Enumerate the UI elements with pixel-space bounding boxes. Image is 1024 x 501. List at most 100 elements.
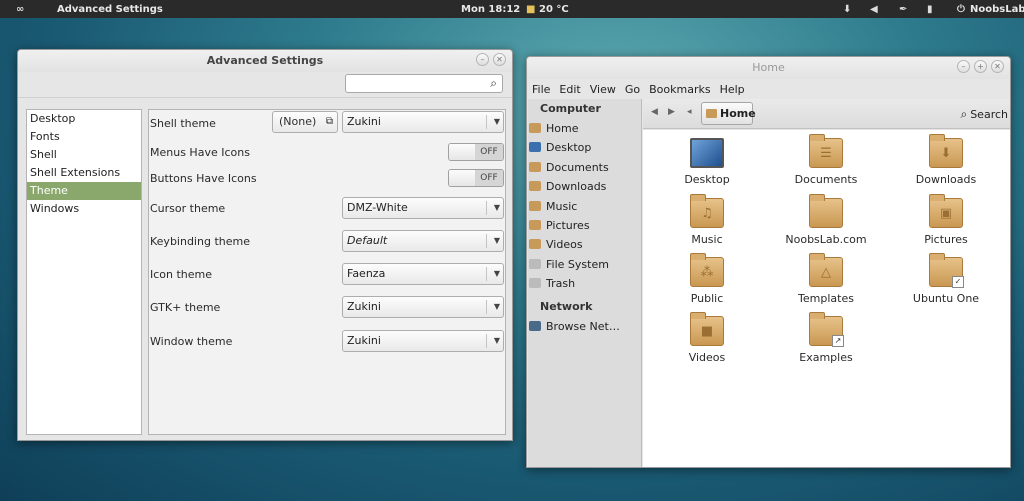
buttons-icons-toggle[interactable]: OFF xyxy=(448,169,504,187)
battery-icon[interactable]: ▮ xyxy=(927,0,933,18)
file-manager-window: Home – + ✕ File Edit View Go Bookmarks H… xyxy=(526,56,1011,468)
pictures-folder-icon: ▣ xyxy=(929,194,963,228)
place-videos[interactable]: Videos xyxy=(528,235,641,254)
volume-icon[interactable]: ◀ xyxy=(870,0,878,18)
folder-icon xyxy=(809,194,843,228)
place-pictures[interactable]: Pictures xyxy=(528,216,641,235)
folder-icon xyxy=(529,161,541,172)
window-theme-label: Window theme xyxy=(150,335,233,348)
menus-icons-label: Menus Have Icons xyxy=(150,146,250,159)
cursor-theme-label: Cursor theme xyxy=(150,202,226,215)
sidebar-item-theme[interactable]: Theme xyxy=(27,182,141,200)
theme-settings-panel: Shell theme (None) ⧉ Zukini ▼ Menus Have… xyxy=(148,109,506,435)
folder-icon xyxy=(529,219,541,230)
shell-theme-label: Shell theme xyxy=(150,117,216,130)
drive-icon xyxy=(529,258,541,269)
app-menu[interactable]: Advanced Settings xyxy=(57,0,163,18)
menu-view[interactable]: View xyxy=(590,83,616,96)
advanced-settings-window: Advanced Settings – ✕ ⌕ Desktop Fonts Sh… xyxy=(17,49,513,441)
place-music[interactable]: Music xyxy=(528,197,641,216)
maximize-button[interactable]: + xyxy=(974,60,987,73)
shell-theme-select[interactable]: Zukini ▼ xyxy=(342,111,504,133)
file-noobslab[interactable]: NoobsLab.com xyxy=(771,194,881,246)
sidebar-item-fonts[interactable]: Fonts xyxy=(27,128,141,146)
power-icon[interactable]: ⏻ xyxy=(957,0,965,18)
chevron-down-icon: ▼ xyxy=(493,203,500,212)
top-panel: ∞ Advanced Settings Mon 18:12 ■ 20 °C ⬇ … xyxy=(0,0,1024,18)
menus-icons-toggle[interactable]: OFF xyxy=(448,143,504,161)
shell-theme-none-button[interactable]: (None) ⧉ xyxy=(272,111,338,133)
window-titlebar[interactable]: Advanced Settings – ✕ xyxy=(18,50,512,72)
window-titlebar[interactable]: Home – + ✕ xyxy=(527,57,1010,79)
updates-icon[interactable]: ⬇ xyxy=(843,0,851,18)
menu-edit[interactable]: Edit xyxy=(559,83,580,96)
activities-icon[interactable]: ∞ xyxy=(16,0,24,18)
location-toolbar: ◀ ▶ ◂ Home ⌕ Search xyxy=(643,99,1010,129)
music-folder-icon: ♫ xyxy=(690,194,724,228)
chevron-down-icon: ▼ xyxy=(493,117,500,126)
buttons-icons-label: Buttons Have Icons xyxy=(150,172,257,185)
forward-icon[interactable]: ▶ xyxy=(668,107,675,117)
gtk-theme-select[interactable]: Zukini ▼ xyxy=(342,296,504,318)
breadcrumb-home[interactable]: Home xyxy=(701,102,756,125)
file-templates[interactable]: △ Templates xyxy=(771,253,881,305)
file-examples[interactable]: ↗ Examples xyxy=(771,312,881,364)
file-music[interactable]: ♫ Music xyxy=(652,194,762,246)
clock[interactable]: Mon 18:12 xyxy=(461,0,520,18)
place-home[interactable]: Home xyxy=(528,119,641,138)
crumb-left-icon[interactable]: ◂ xyxy=(687,107,692,117)
window-title: Home xyxy=(752,61,785,74)
menu-go[interactable]: Go xyxy=(625,83,640,96)
menu-file[interactable]: File xyxy=(532,83,550,96)
place-downloads[interactable]: Downloads xyxy=(528,177,641,196)
file-documents[interactable]: ☰ Documents xyxy=(771,134,881,186)
place-file-system[interactable]: File System xyxy=(528,255,641,274)
sidebar-item-shell-extensions[interactable]: Shell Extensions xyxy=(27,164,141,182)
desktop-icon xyxy=(690,138,724,168)
minimize-button[interactable]: – xyxy=(476,53,489,66)
menu-help[interactable]: Help xyxy=(720,83,745,96)
sidebar-item-shell[interactable]: Shell xyxy=(27,146,141,164)
link-icon: ↗ xyxy=(832,335,844,347)
chevron-down-icon: ▼ xyxy=(493,336,500,345)
close-button[interactable]: ✕ xyxy=(991,60,1004,73)
bluetooth-icon[interactable]: ✒ xyxy=(899,0,907,18)
search-button[interactable]: ⌕ Search xyxy=(960,107,1008,122)
folder-icon xyxy=(529,200,541,211)
window-theme-select[interactable]: Zukini ▼ xyxy=(342,330,504,352)
cursor-theme-select[interactable]: DMZ-White ▼ xyxy=(342,197,504,219)
file-pictures[interactable]: ▣ Pictures xyxy=(891,194,1001,246)
place-trash[interactable]: Trash xyxy=(528,274,641,293)
file-desktop[interactable]: Desktop xyxy=(652,138,762,186)
place-desktop[interactable]: Desktop xyxy=(528,138,641,157)
downloads-folder-icon: ⬇ xyxy=(929,134,963,168)
ubuntu-one-folder-icon: ✓ xyxy=(929,253,964,288)
search-icon: ⌕ xyxy=(490,76,497,90)
user-menu[interactable]: NoobsLab xyxy=(970,0,1024,18)
file-public[interactable]: ⁂ Public xyxy=(652,253,762,305)
search-bar: ⌕ xyxy=(18,72,512,98)
menu-bar: File Edit View Go Bookmarks Help xyxy=(527,79,1010,99)
menu-bookmarks[interactable]: Bookmarks xyxy=(649,83,710,96)
minimize-button[interactable]: – xyxy=(957,60,970,73)
category-list: Desktop Fonts Shell Shell Extensions The… xyxy=(26,109,142,435)
back-icon[interactable]: ◀ xyxy=(651,107,658,117)
place-documents[interactable]: Documents xyxy=(528,158,641,177)
place-browse-network[interactable]: Browse Net… xyxy=(528,317,641,336)
places-sidebar: Computer Home Desktop Documents Download… xyxy=(528,99,642,467)
sidebar-item-desktop[interactable]: Desktop xyxy=(27,110,141,128)
file-videos[interactable]: ■ Videos xyxy=(652,312,762,364)
chevron-down-icon: ▼ xyxy=(493,269,500,278)
file-ubuntu-one[interactable]: ✓ Ubuntu One xyxy=(891,253,1001,305)
weather-text[interactable]: 20 °C xyxy=(539,0,569,18)
icon-theme-select[interactable]: Faenza ▼ xyxy=(342,263,504,285)
sidebar-item-windows[interactable]: Windows xyxy=(27,200,141,218)
trash-icon xyxy=(529,278,541,289)
file-view: Desktop ☰ Documents ⬇ Downloads ♫ Music … xyxy=(643,130,1010,467)
file-downloads[interactable]: ⬇ Downloads xyxy=(891,134,1001,186)
close-button[interactable]: ✕ xyxy=(493,53,506,66)
keybinding-theme-select[interactable]: Default ▼ xyxy=(342,230,504,252)
folder-icon xyxy=(529,239,541,250)
chevron-down-icon: ▼ xyxy=(493,302,500,311)
search-input[interactable]: ⌕ xyxy=(345,74,503,93)
